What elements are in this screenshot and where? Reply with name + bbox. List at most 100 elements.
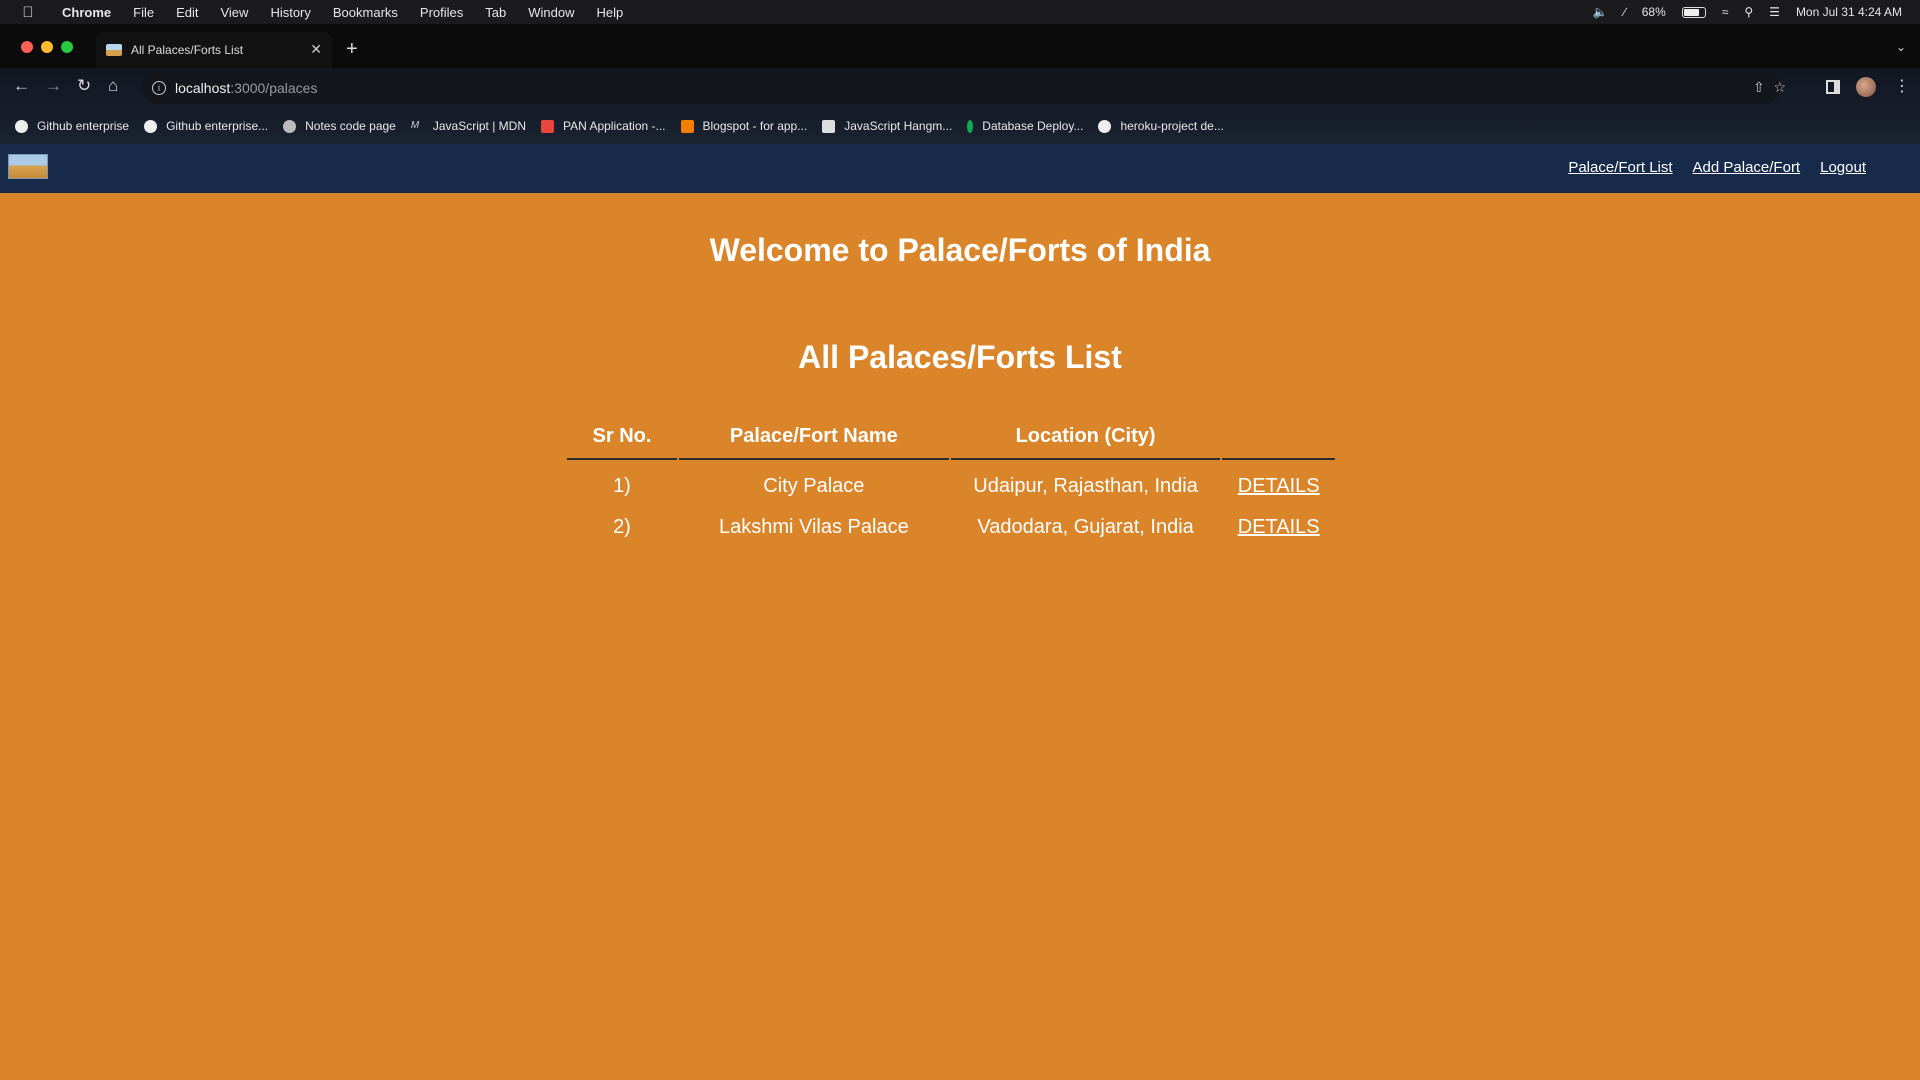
reload-icon[interactable]: ↻ (77, 76, 91, 96)
profile-avatar[interactable] (1856, 77, 1876, 97)
zoom-window-icon[interactable] (61, 41, 73, 53)
address-bar[interactable]: i localhost:3000/palaces ⇧ ☆ (142, 72, 1786, 104)
header-name: Palace/Fort Name (678, 414, 949, 460)
bookmark-item[interactable]: M JavaScript | MDN (411, 119, 526, 133)
menu-history[interactable]: History (270, 5, 310, 20)
bookmark-item[interactable]: Notes code page (283, 119, 396, 133)
nav-palace-fort-list-link[interactable]: Palace/Fort List (1568, 159, 1672, 176)
chrome-menu-kebab-icon[interactable]: ⋮ (1894, 76, 1910, 96)
share-icon[interactable]: ⇧ (1753, 79, 1765, 96)
gmail-icon (541, 119, 554, 133)
bookmarks-bar: Github enterprise Github enterprise... N… (0, 108, 1920, 144)
tab-search-chevron-icon[interactable]: ⌄ (1896, 40, 1906, 54)
bookmark-label: heroku-project de... (1120, 119, 1224, 133)
menu-edit[interactable]: Edit (176, 5, 198, 20)
bluetooth-off-icon[interactable]: ∕ (1624, 5, 1626, 19)
minimize-window-icon[interactable] (41, 41, 53, 53)
github-icon (1098, 119, 1112, 133)
close-window-icon[interactable] (21, 41, 33, 53)
tab-title: All Palaces/Forts List (131, 43, 244, 57)
bookmark-item[interactable]: Database Deploy... (967, 119, 1083, 133)
volume-icon[interactable]: 🔈 (1593, 5, 1608, 19)
cell-name: Lakshmi Vilas Palace (718, 516, 909, 538)
url-host: localhost (175, 80, 231, 96)
menu-window[interactable]: Window (528, 5, 574, 20)
codepen-icon (822, 119, 836, 133)
page-viewport: Palace/Fort List Add Palace/Fort Logout … (0, 144, 1920, 1080)
menu-app-chrome[interactable]: Chrome (62, 5, 111, 20)
browser-chrome: All Palaces/Forts List ✕ + ⌄ ← → ↻ ⌂ i l… (0, 24, 1920, 144)
globe-icon (283, 119, 297, 133)
forward-arrow-icon[interactable]: → (45, 76, 62, 96)
home-icon[interactable]: ⌂ (108, 76, 118, 96)
nav-links: Palace/Fort List Add Palace/Fort Logout (1568, 159, 1866, 176)
tab-strip: All Palaces/Forts List ✕ + ⌄ (0, 24, 1920, 68)
menu-file[interactable]: File (133, 5, 154, 20)
list-heading: All Palaces/Forts List (798, 339, 1122, 375)
github-icon (15, 119, 28, 133)
side-panel-icon[interactable] (1826, 80, 1840, 94)
table-row: 2) Lakshmi Vilas Palace Vadodara, Gujara… (567, 507, 1335, 548)
menu-tab[interactable]: Tab (485, 5, 506, 20)
menu-view[interactable]: View (220, 5, 248, 20)
nav-add-palace-fort-link[interactable]: Add Palace/Fort (1693, 159, 1801, 176)
macos-menubar:  Chrome File Edit View History Bookmark… (0, 0, 1920, 24)
wifi-icon[interactable]: ≈ (1722, 5, 1729, 19)
header-location: Location (City) (950, 414, 1221, 460)
details-link[interactable]: DETAILS (1238, 516, 1320, 538)
bookmark-item[interactable]: heroku-project de... (1098, 119, 1224, 133)
new-tab-plus-icon[interactable]: + (346, 38, 358, 61)
cell-sr-no: 1) (613, 475, 631, 497)
palace-favicon-icon (106, 44, 122, 56)
cell-sr-no: 2) (613, 516, 631, 538)
bookmark-label: Github enterprise (37, 119, 130, 133)
bookmark-label: JavaScript Hangm... (844, 119, 953, 133)
github-icon (144, 119, 158, 133)
table-header-row: Sr No. Palace/Fort Name Location (City) (567, 414, 1335, 460)
status-area: 🔈 ∕ 68% ≈ ⚲ ☰ Mon Jul 31 4:24 AM (1593, 0, 1902, 24)
blogger-icon (680, 119, 694, 133)
browser-toolbar: ← → ↻ ⌂ i localhost:3000/palaces ⇧ ☆ ⋮ (0, 68, 1920, 108)
close-tab-icon[interactable]: ✕ (310, 41, 322, 58)
apple-logo-icon[interactable]:  (18, 4, 38, 21)
cell-action: DETAILS (1222, 507, 1335, 548)
details-link[interactable]: DETAILS (1238, 475, 1320, 497)
header-sr-no: Sr No. (567, 414, 677, 460)
cell-action: DETAILS (1222, 460, 1335, 507)
tab-active[interactable]: All Palaces/Forts List ✕ (96, 32, 332, 68)
spotlight-search-icon[interactable]: ⚲ (1744, 5, 1753, 19)
header-action (1222, 414, 1335, 460)
bookmark-item[interactable]: Blogspot - for app... (680, 119, 808, 133)
palaces-table: Sr No. Palace/Fort Name Location (City) … (565, 414, 1337, 548)
bookmark-label: Database Deploy... (982, 119, 1084, 133)
site-logo[interactable] (8, 154, 48, 179)
cell-location: Vadodara, Gujarat, India (977, 516, 1194, 538)
clock[interactable]: Mon Jul 31 4:24 AM (1796, 5, 1902, 19)
page-heading: Welcome to Palace/Forts of India (709, 232, 1211, 268)
bookmark-item[interactable]: Github enterprise (15, 119, 129, 133)
mdn-icon: M (410, 119, 420, 131)
app-navbar: Palace/Fort List Add Palace/Fort Logout (0, 144, 1920, 193)
bookmark-label: JavaScript | MDN (432, 119, 526, 133)
bookmark-item[interactable]: Github enterprise... (144, 119, 268, 133)
cell-name: City Palace (763, 475, 865, 497)
bookmark-star-icon[interactable]: ☆ (1773, 79, 1786, 96)
site-info-icon[interactable]: i (152, 81, 166, 95)
cell-location: Udaipur, Rajasthan, India (973, 475, 1198, 497)
menu-bookmarks[interactable]: Bookmarks (333, 5, 398, 20)
bookmark-label: PAN Application -... (563, 119, 666, 133)
battery-percent: 68% (1641, 5, 1666, 19)
url-path: :3000/palaces (230, 80, 318, 96)
bookmark-item[interactable]: PAN Application -... (541, 119, 666, 133)
battery-icon[interactable] (1681, 6, 1706, 18)
bookmark-label: Blogspot - for app... (702, 119, 808, 133)
menu-profiles[interactable]: Profiles (420, 5, 463, 20)
menu-help[interactable]: Help (597, 5, 624, 20)
table-row: 1) City Palace Udaipur, Rajasthan, India… (567, 460, 1335, 507)
bookmark-label: Github enterprise... (166, 119, 269, 133)
control-center-icon[interactable]: ☰ (1769, 5, 1780, 19)
bookmark-item[interactable]: JavaScript Hangm... (822, 119, 952, 133)
nav-logout-link[interactable]: Logout (1820, 159, 1866, 176)
mongodb-icon (967, 119, 974, 133)
back-arrow-icon[interactable]: ← (13, 76, 30, 96)
